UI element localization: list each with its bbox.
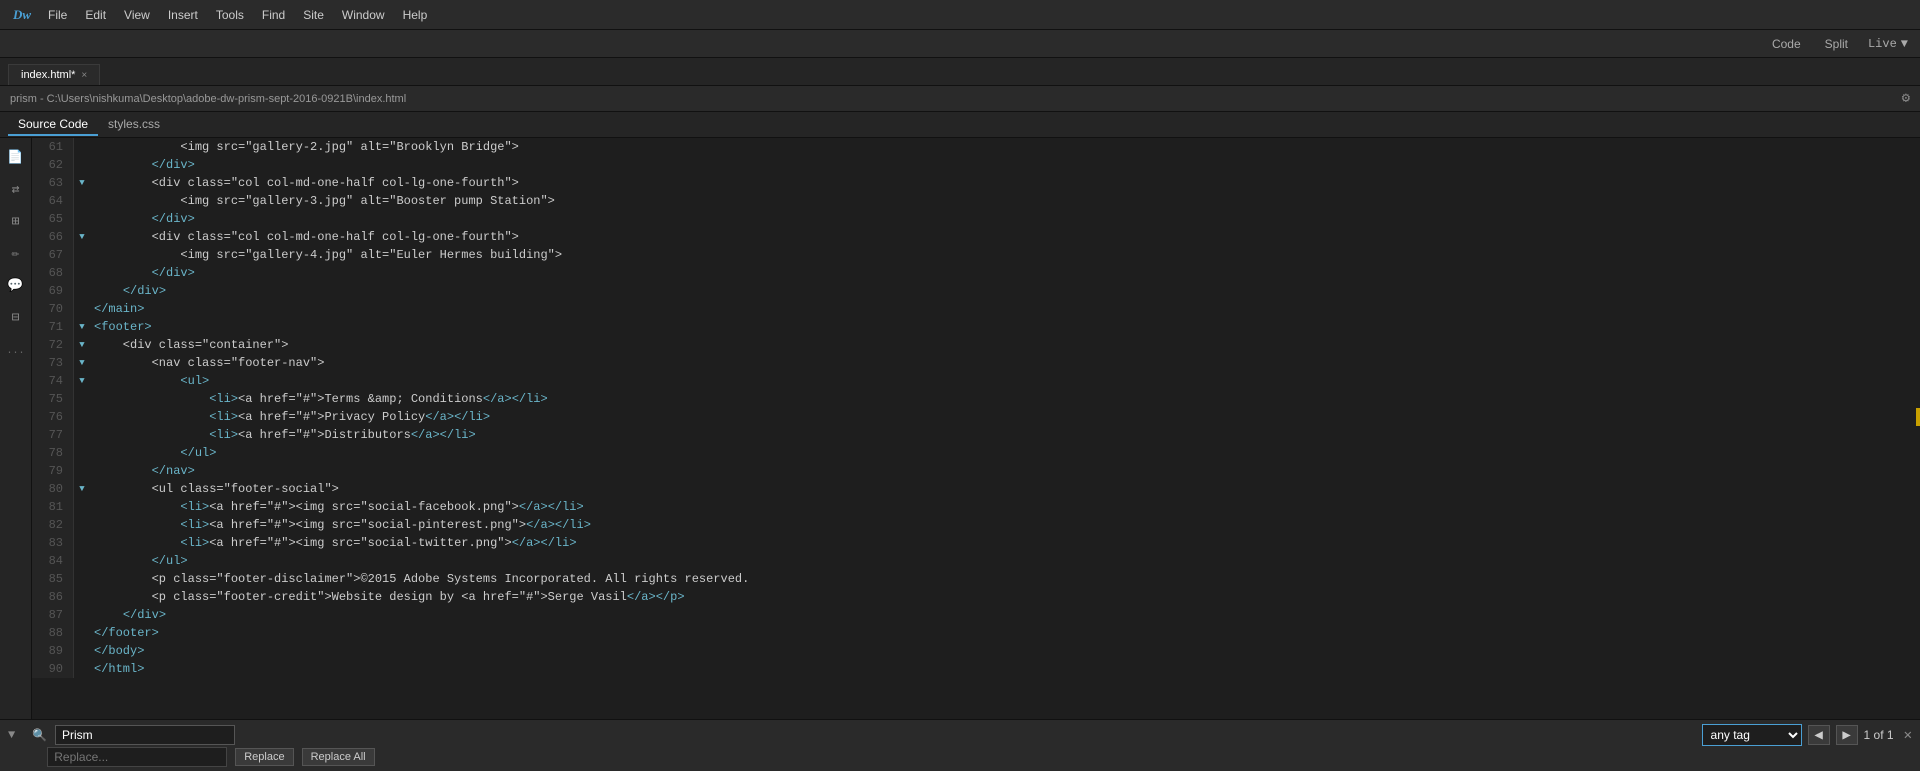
menu-insert[interactable]: Insert — [168, 8, 198, 22]
replace-button[interactable]: Replace — [235, 748, 293, 766]
find-tag-select[interactable]: any tag — [1702, 724, 1802, 746]
table-row: 88</footer> — [32, 624, 1920, 642]
table-row: 76 <li><a href="#">Privacy Policy</a></l… — [32, 408, 1920, 426]
find-replace-input[interactable] — [47, 747, 227, 767]
menu-bar: File Edit View Insert Tools Find Site Wi… — [48, 8, 427, 22]
replace-all-button[interactable]: Replace All — [302, 748, 375, 766]
table-row: 70</main> — [32, 300, 1920, 318]
find-search-input[interactable] — [55, 725, 235, 745]
find-expand-btn[interactable]: ▼ — [8, 728, 24, 742]
more-icon[interactable]: ··· — [5, 342, 27, 364]
table-row: 86 <p class="footer-credit">Website desi… — [32, 588, 1920, 606]
table-row: 79 </nav> — [32, 462, 1920, 480]
table-row: 83 <li><a href="#"><img src="social-twit… — [32, 534, 1920, 552]
table-row: 80▼ <ul class="footer-social"> — [32, 480, 1920, 498]
code-btn[interactable]: Code — [1768, 35, 1805, 53]
table-row: 74▼ <ul> — [32, 372, 1920, 390]
file-icon[interactable]: 📄 — [5, 146, 27, 168]
table-row: 61 <img src="gallery-2.jpg" alt="Brookly… — [32, 138, 1920, 156]
find-bar: ▼ 🔍 any tag ◀ ▶ 1 of 1 ✕ ▶ ↩ Replace Rep… — [0, 719, 1920, 771]
path-text: prism - C:\Users\nishkuma\Desktop\adobe-… — [10, 93, 406, 105]
find-row-1: ▼ 🔍 any tag ◀ ▶ 1 of 1 ✕ — [8, 724, 1912, 746]
live-dropdown-icon[interactable]: ▼ — [1901, 37, 1908, 51]
menu-help[interactable]: Help — [403, 8, 428, 22]
transfer-icon[interactable]: ⇄ — [5, 178, 27, 200]
chat-icon[interactable]: 💬 — [5, 274, 27, 296]
filter-icon[interactable]: ⚙ — [1902, 90, 1910, 107]
table-row: 67 <img src="gallery-4.jpg" alt="Euler H… — [32, 246, 1920, 264]
find-tag-select-container: any tag ◀ ▶ 1 of 1 ✕ — [1702, 724, 1912, 746]
table-row: 64 <img src="gallery-3.jpg" alt="Booster… — [32, 192, 1920, 210]
brush-icon[interactable]: ✏ — [5, 242, 27, 264]
toolbar-right: Code Split Live ▼ — [1768, 35, 1908, 53]
menu-window[interactable]: Window — [342, 8, 385, 22]
table-row: 82 <li><a href="#"><img src="social-pint… — [32, 516, 1920, 534]
menu-tools[interactable]: Tools — [216, 8, 244, 22]
sub-tab-source-code[interactable]: Source Code — [8, 114, 98, 136]
menu-edit[interactable]: Edit — [85, 8, 106, 22]
file-tabs: index.html* × — [0, 58, 1920, 86]
file-tab-close[interactable]: × — [81, 70, 87, 81]
editor-container: 📄 ⇄ ⊞ ✏ 💬 ⊟ ··· 61 <img src="gallery-2.j… — [0, 138, 1920, 719]
table-row: 90</html> — [32, 660, 1920, 678]
table-row: 81 <li><a href="#"><img src="social-face… — [32, 498, 1920, 516]
table-row: 68 </div> — [32, 264, 1920, 282]
table-row: 75 <li><a href="#">Terms &amp; Condition… — [32, 390, 1920, 408]
path-bar: prism - C:\Users\nishkuma\Desktop\adobe-… — [0, 86, 1920, 112]
table-row: 84 </ul> — [32, 552, 1920, 570]
find-close-btn[interactable]: ✕ — [1904, 727, 1912, 744]
sub-tab-styles-css[interactable]: styles.css — [98, 114, 170, 136]
table-row: 77 <li><a href="#">Distributors</a></li> — [32, 426, 1920, 444]
menu-site[interactable]: Site — [303, 8, 324, 22]
yellow-marker — [1916, 408, 1920, 426]
split-btn[interactable]: Split — [1821, 35, 1852, 53]
find-count: 1 of 1 — [1864, 728, 1894, 742]
table-row: 72▼ <div class="container"> — [32, 336, 1920, 354]
table-row: 65 </div> — [32, 210, 1920, 228]
code-lines: 61 <img src="gallery-2.jpg" alt="Brookly… — [32, 138, 1920, 678]
menu-find[interactable]: Find — [262, 8, 285, 22]
title-bar: Dw File Edit View Insert Tools Find Site… — [0, 0, 1920, 30]
sub-tabs: Source Code styles.css — [0, 112, 1920, 138]
table-row: 73▼ <nav class="footer-nav"> — [32, 354, 1920, 372]
find-next-btn[interactable]: ▶ — [1836, 725, 1858, 745]
table-row: 87 </div> — [32, 606, 1920, 624]
expand-icon[interactable]: ⊞ — [5, 210, 27, 232]
file-tab-index[interactable]: index.html* × — [8, 64, 100, 85]
table-row: 78 </ul> — [32, 444, 1920, 462]
find-search-icon: 🔍 — [32, 728, 47, 743]
menu-file[interactable]: File — [48, 8, 67, 22]
table-row: 89</body> — [32, 642, 1920, 660]
table-row: 66▼ <div class="col col-md-one-half col-… — [32, 228, 1920, 246]
sidebar-icons: 📄 ⇄ ⊞ ✏ 💬 ⊟ ··· — [0, 138, 32, 719]
table-row: 63▼ <div class="col col-md-one-half col-… — [32, 174, 1920, 192]
live-btn[interactable]: Live ▼ — [1868, 37, 1908, 51]
toolbar-row: Code Split Live ▼ — [0, 30, 1920, 58]
find-row-2: ▶ ↩ Replace Replace All — [8, 747, 1912, 767]
code-area[interactable]: 61 <img src="gallery-2.jpg" alt="Brookly… — [32, 138, 1920, 719]
grid-icon[interactable]: ⊟ — [5, 306, 27, 328]
file-tab-name: index.html* — [21, 69, 75, 81]
menu-view[interactable]: View — [124, 8, 150, 22]
dw-logo: Dw — [8, 5, 36, 25]
table-row: 85 <p class="footer-disclaimer">©2015 Ad… — [32, 570, 1920, 588]
find-prev-btn[interactable]: ◀ — [1808, 725, 1830, 745]
table-row: 69 </div> — [32, 282, 1920, 300]
table-row: 71▼<footer> — [32, 318, 1920, 336]
table-row: 62 </div> — [32, 156, 1920, 174]
